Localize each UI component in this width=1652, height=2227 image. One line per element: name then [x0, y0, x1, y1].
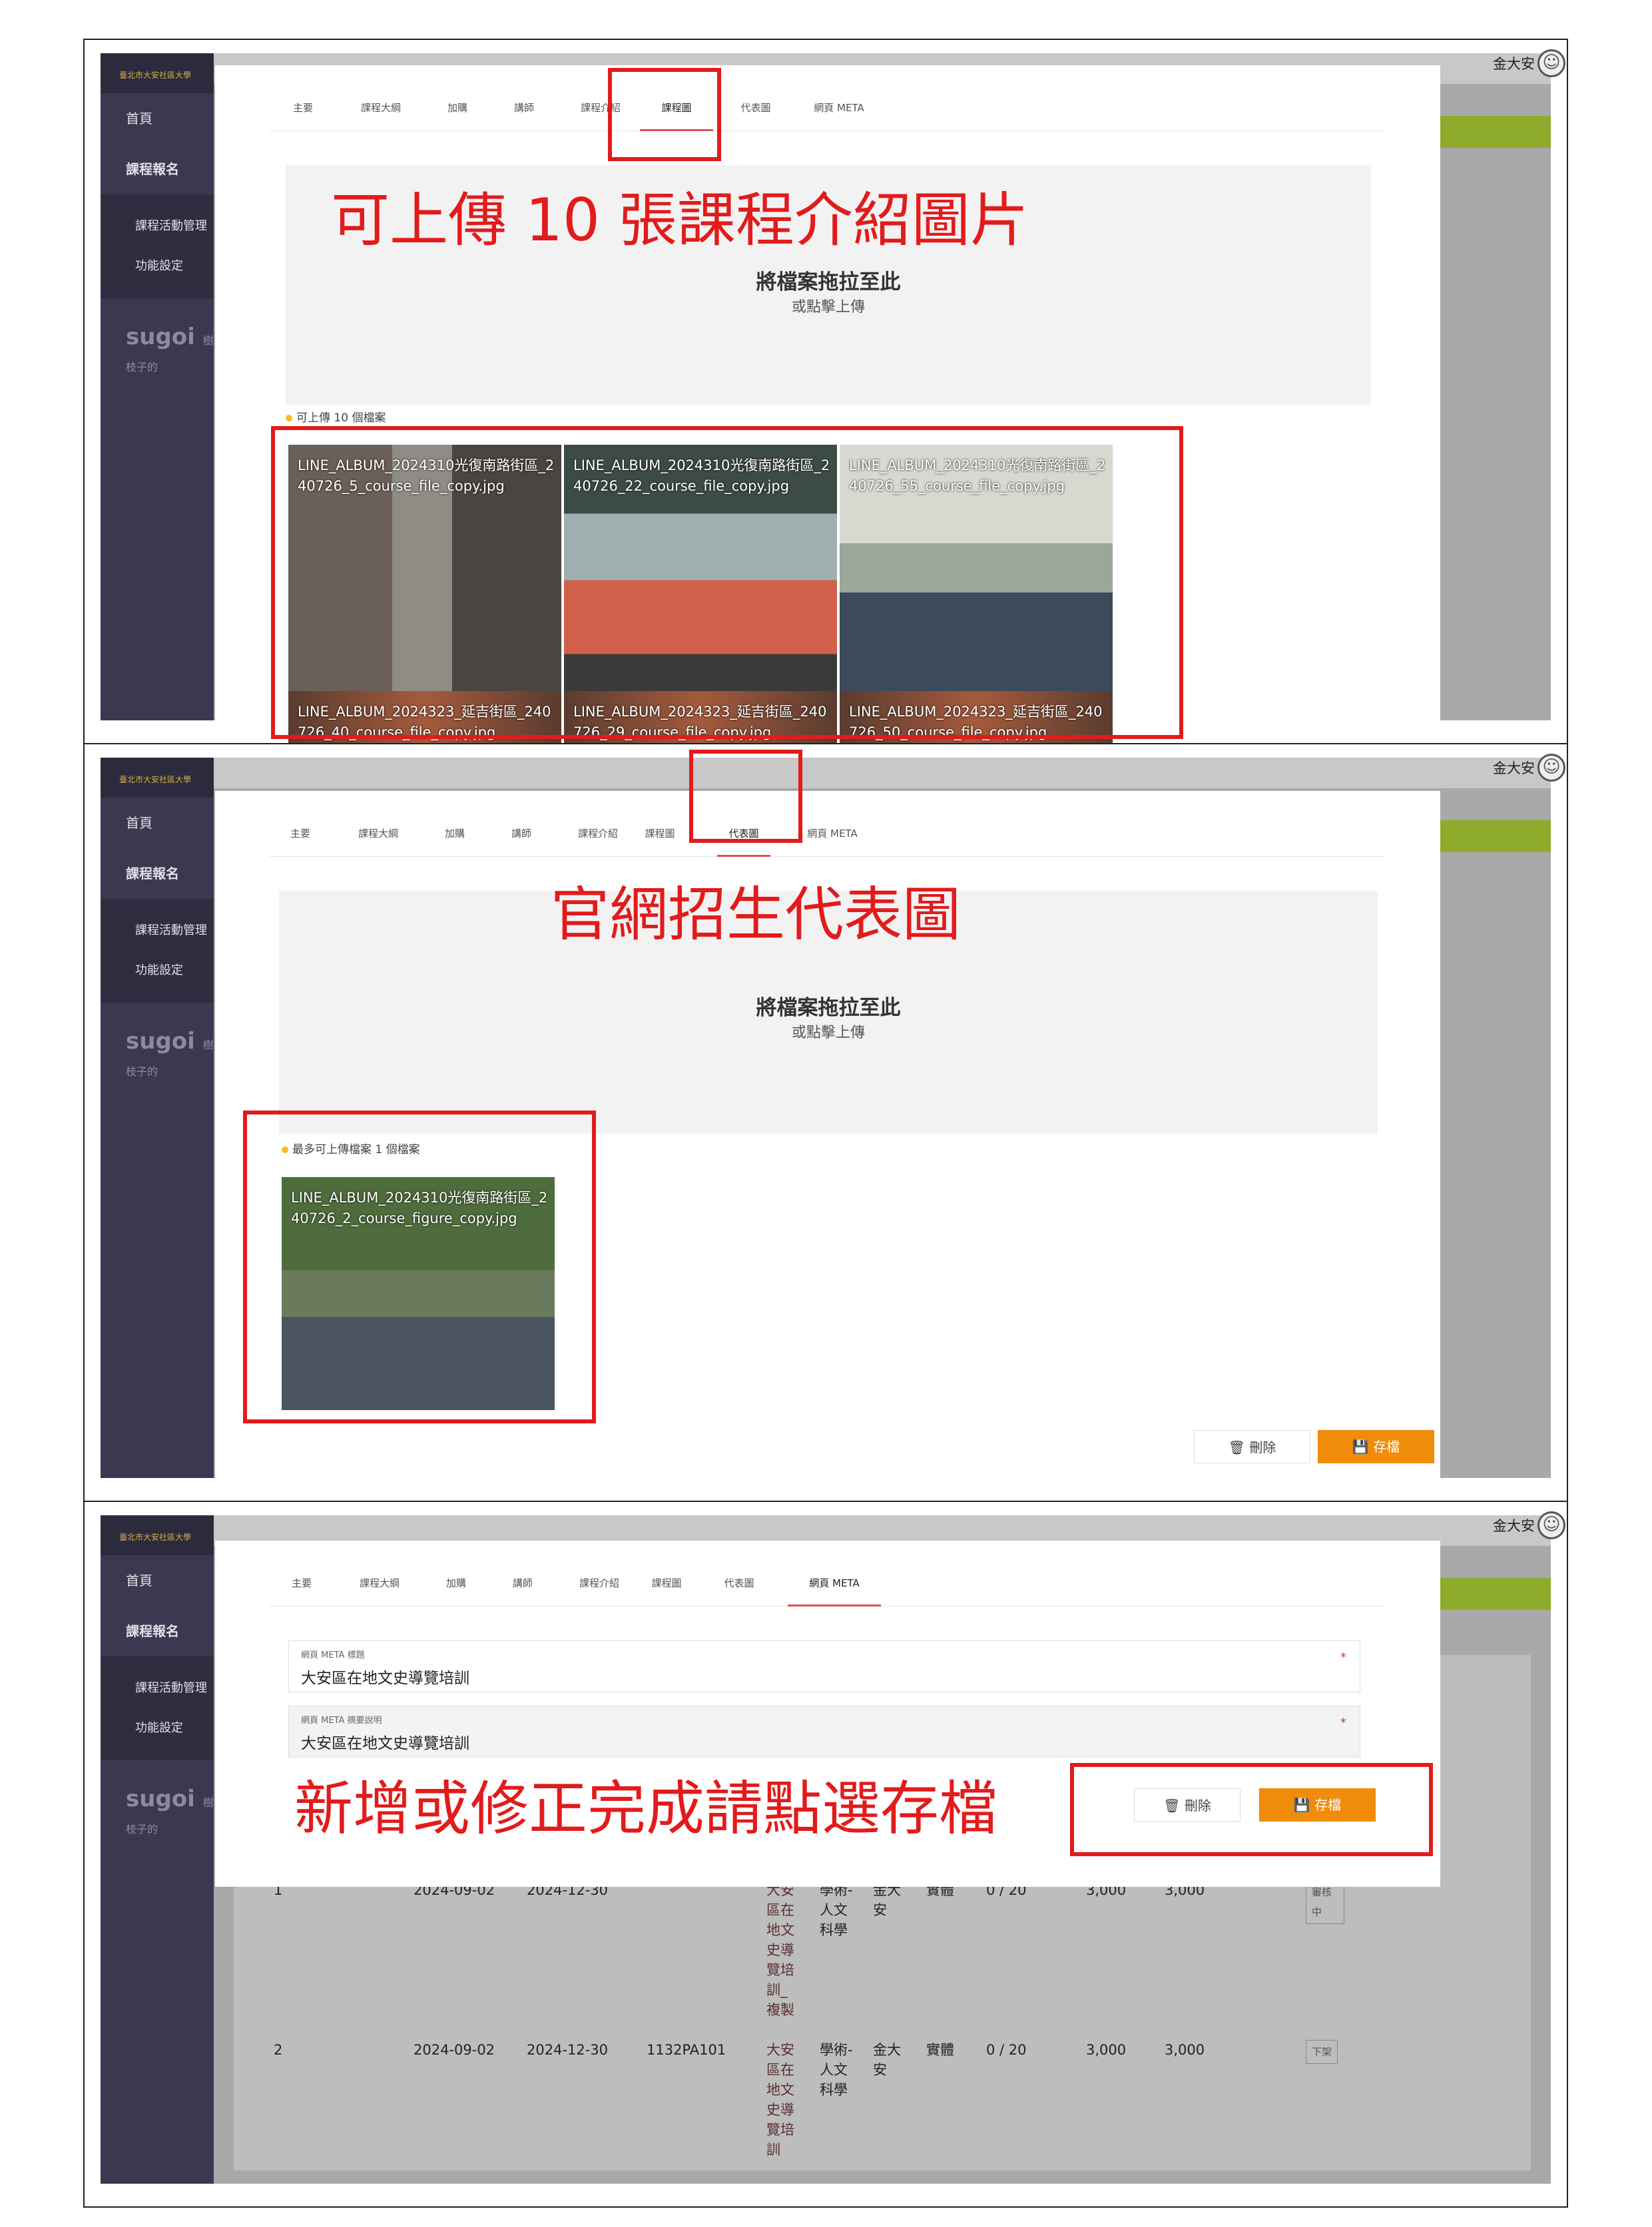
tab-intro[interactable]: 課程介紹 [569, 1574, 629, 1606]
note-dot-icon [286, 415, 292, 421]
tab-teacher[interactable]: 講師 [501, 824, 541, 856]
user-name[interactable]: 金大安 [1493, 53, 1535, 73]
sidebar-item-course-signup[interactable]: 課程報名 [101, 848, 214, 899]
upload-limit-note: 可上傳 10 個檔案 [286, 408, 386, 425]
panel-meta: 臺北市大安社區大學 首頁 課程報名 課程活動管理 功能設定 sugoi 樹枝子的… [83, 1501, 1568, 2208]
sidebar-item-home[interactable]: 首頁 [101, 93, 214, 144]
avatar-icon[interactable]: ☺ [1537, 49, 1565, 77]
logo: 臺北市大安社區大學 [101, 53, 214, 93]
brand-logo: sugoi 樹枝子的 [126, 1028, 214, 1078]
required-mark: * [1340, 1650, 1346, 1664]
status-badge: 下架 [1306, 2040, 1338, 2064]
brand-logo: sugoi 樹枝子的 [126, 324, 214, 373]
dropzone-subtitle: 或點擊上傳 [791, 1025, 865, 1041]
annotation-box-cover [243, 1111, 596, 1423]
tab-cover[interactable]: 代表圖 [729, 99, 782, 130]
logo: 臺北市大安社區大學 [101, 758, 214, 798]
annotation-text: 新增或修正完成請點選存檔 [294, 1774, 998, 1843]
tab-main[interactable]: 主要 [280, 824, 320, 856]
annotation-box-save [1070, 1763, 1433, 1856]
sidebar-submenu: 課程活動管理 功能設定 [101, 1656, 214, 1760]
annotation-box-images [271, 426, 1183, 739]
meta-title-input[interactable]: 大安區在地文史導覽培訓 [301, 1665, 469, 1688]
sidebar-item-course-activity[interactable]: 課程活動管理 [101, 1668, 214, 1708]
sidebar: 臺北市大安社區大學 首頁 課程報名 課程活動管理 功能設定 sugoi 樹枝子的 [101, 1515, 214, 2184]
tab-meta[interactable]: 網頁 META [796, 824, 869, 856]
tab-teacher[interactable]: 講師 [503, 1574, 543, 1606]
save-button[interactable]: 💾 存檔 [1318, 1430, 1434, 1463]
tab-outline[interactable]: 課程大綱 [348, 824, 408, 856]
tab-main[interactable]: 主要 [282, 1574, 322, 1606]
annotation-box-tab [689, 750, 802, 843]
annotation-text: 官網招生代表圖 [551, 880, 962, 949]
tab-addon[interactable]: 加購 [435, 824, 475, 856]
sidebar-item-settings[interactable]: 功能設定 [101, 1708, 214, 1748]
meta-description-label: 網頁 META 摘要說明 [301, 1716, 382, 1726]
table-row[interactable]: 1 2024-09-02 2024-12-30 大安區在地文史導覽培訓_複製 學… [254, 1868, 1517, 2021]
tab-course-images[interactable]: 課程圖 [640, 824, 680, 856]
tab-intro[interactable]: 課程介紹 [568, 824, 628, 856]
sidebar-item-course-activity[interactable]: 課程活動管理 [101, 206, 214, 246]
annotation-text: 可上傳 10 張課程介紹圖片 [331, 186, 1029, 254]
sidebar-item-home[interactable]: 首頁 [101, 1555, 214, 1606]
tab-meta[interactable]: 網頁 META [788, 1574, 881, 1607]
table-row[interactable]: 2 2024-09-02 2024-12-30 1132PA101 大安區在地文… [254, 2028, 1517, 2181]
tab-teacher[interactable]: 講師 [504, 99, 544, 130]
sidebar-item-course-signup[interactable]: 課程報名 [101, 1606, 214, 1656]
sidebar: 臺北市大安社區大學 首頁 課程報名 課程活動管理 功能設定 sugoi 樹枝子的 [101, 53, 214, 720]
annotation-box-tab [608, 68, 721, 161]
dropzone-title: 將檔案拖拉至此 [756, 270, 901, 294]
tab-bar: 主要 課程大綱 加購 講師 課程介紹 課程圖 代表圖 網頁 META [270, 824, 1386, 857]
logo: 臺北市大安社區大學 [101, 1515, 214, 1555]
sidebar-item-course-signup[interactable]: 課程報名 [101, 144, 214, 194]
tab-addon[interactable]: 加購 [436, 1574, 476, 1606]
brand-logo: sugoi 樹枝子的 [126, 1786, 214, 1836]
avatar-icon[interactable]: ☺ [1537, 1511, 1565, 1539]
avatar-icon[interactable]: ☺ [1537, 754, 1565, 782]
sidebar-item-course-activity[interactable]: 課程活動管理 [101, 911, 214, 951]
trash-icon: 🗑 [1228, 1439, 1250, 1455]
dropzone-subtitle: 或點擊上傳 [791, 299, 865, 316]
tab-outline[interactable]: 課程大綱 [350, 1574, 410, 1606]
tab-outline[interactable]: 課程大綱 [351, 99, 411, 130]
dropzone-title: 將檔案拖拉至此 [756, 996, 901, 1020]
tab-cover[interactable]: 代表圖 [716, 1574, 762, 1606]
floppy-icon: 💾 [1352, 1439, 1374, 1455]
meta-title-field[interactable]: 網頁 META 標題 大安區在地文史導覽培訓 * [288, 1640, 1360, 1692]
panel-course-images: 臺北市大安社區大學 首頁 課程報名 課程活動管理 功能設定 sugoi 樹枝子的… [83, 39, 1568, 744]
tab-main[interactable]: 主要 [283, 99, 323, 130]
tab-addon[interactable]: 加購 [437, 99, 477, 130]
sidebar-submenu: 課程活動管理 功能設定 [101, 194, 214, 298]
delete-button[interactable]: 🗑 刪除 [1194, 1430, 1310, 1463]
sidebar-item-settings[interactable]: 功能設定 [101, 951, 214, 991]
panel-cover-image: 臺北市大安社區大學 首頁 課程報名 課程活動管理 功能設定 sugoi 樹枝子的… [83, 743, 1568, 1502]
meta-description-field[interactable]: 網頁 META 摘要說明 大安區在地文史導覽培訓 * [288, 1706, 1360, 1758]
required-mark: * [1340, 1716, 1346, 1730]
user-name[interactable]: 金大安 [1493, 1515, 1535, 1535]
sidebar-item-settings[interactable]: 功能設定 [101, 246, 214, 286]
tab-course-images[interactable]: 課程圖 [647, 1574, 687, 1606]
meta-description-input[interactable]: 大安區在地文史導覽培訓 [301, 1730, 469, 1753]
sidebar: 臺北市大安社區大學 首頁 課程報名 課程活動管理 功能設定 sugoi 樹枝子的 [101, 758, 214, 1478]
sidebar-item-home[interactable]: 首頁 [101, 798, 214, 848]
user-name[interactable]: 金大安 [1493, 758, 1535, 778]
sidebar-submenu: 課程活動管理 功能設定 [101, 899, 214, 1003]
tab-bar: 主要 課程大綱 加購 講師 課程介紹 課程圖 代表圖 網頁 META [270, 99, 1386, 131]
tab-bar: 主要 課程大綱 加購 講師 課程介紹 課程圖 代表圖 網頁 META [270, 1574, 1386, 1607]
tab-meta[interactable]: 網頁 META [802, 99, 876, 130]
meta-title-label: 網頁 META 標題 [301, 1650, 365, 1660]
